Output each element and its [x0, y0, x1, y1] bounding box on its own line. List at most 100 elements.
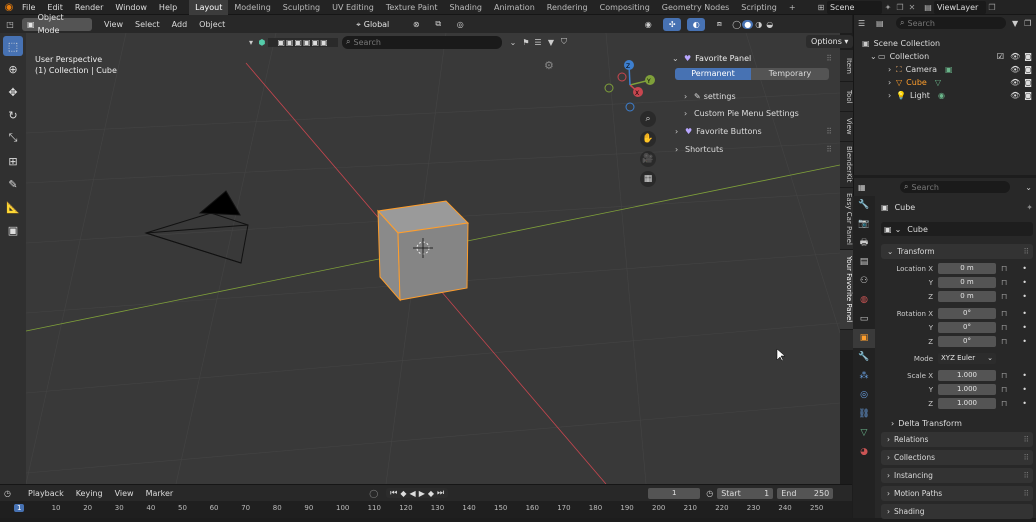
camera-render-icon[interactable]: ◙ [1024, 65, 1032, 74]
drag-handle-icon[interactable]: ⠿ [1024, 453, 1030, 462]
properties-search-box[interactable]: ⌕ Search [900, 181, 1010, 193]
side-tab-view[interactable]: View [840, 112, 853, 142]
chevron-down-icon[interactable]: ⌄ [1025, 183, 1032, 192]
timeline-editor-type-icon[interactable]: ◷ [4, 489, 22, 498]
tool-settings-tab-icon[interactable]: 🔧 [853, 196, 875, 215]
menu-window[interactable]: Window [109, 0, 153, 15]
next-keyframe-icon[interactable]: ◆ [428, 489, 434, 498]
lock-icon[interactable]: ⊓ [1001, 371, 1007, 380]
side-tab-tool[interactable]: Tool [840, 82, 853, 112]
rotate-tool-icon[interactable]: ↻ [3, 105, 23, 125]
outliner-row-collection[interactable]: ⌄ ▭ Collection ☑ 👁 ◙ [854, 50, 1036, 63]
location-x-field[interactable]: 0 m [938, 263, 996, 274]
view-layer-tab-icon[interactable]: ▤ [853, 253, 875, 272]
perspective-toggle-icon[interactable]: ▦ [640, 171, 656, 187]
select-box-tool-icon[interactable]: ⬚ [3, 36, 23, 56]
lock-icon[interactable]: ⊓ [1001, 337, 1007, 346]
pin-icon[interactable]: ✦ [1026, 203, 1033, 212]
workspace-tab-texture-paint[interactable]: Texture Paint [380, 0, 444, 15]
pin-scene-icon[interactable]: ✦ [882, 3, 894, 12]
viewport-menu-select[interactable]: Select [129, 17, 166, 32]
constraints-tab-icon[interactable]: ⛓ [853, 405, 875, 424]
annotate-tool-icon[interactable]: ✎ [3, 174, 23, 194]
transform-tool-icon[interactable]: ⊞ [3, 151, 23, 171]
keyframe-dot-icon[interactable]: • [1022, 371, 1027, 380]
properties-editor-type-icon[interactable]: ▦ [858, 183, 880, 192]
outliner-editor-type-icon[interactable]: ☰ [858, 19, 876, 28]
current-frame-field[interactable]: 1 [648, 487, 701, 499]
data-tab-icon[interactable]: ▽ [853, 424, 875, 443]
workspace-tab-scripting[interactable]: Scripting [735, 0, 783, 15]
chevron-down-icon[interactable]: ▾ [246, 38, 256, 47]
lock-icon[interactable]: ⊓ [1001, 385, 1007, 394]
measure-tool-icon[interactable]: 📐 [3, 197, 23, 217]
scene-selector[interactable]: Scene [827, 1, 882, 14]
outliner-row-light[interactable]: › 💡 Light ◉ 👁 ◙ [854, 89, 1036, 102]
world-tab-icon[interactable]: ◍ [853, 291, 875, 310]
collections-panel-header[interactable]: › Collections ⠿ [881, 450, 1033, 465]
keyframe-dot-icon[interactable]: • [1022, 278, 1027, 287]
workspace-tab-modeling[interactable]: Modeling [228, 0, 276, 15]
outliner-search-box[interactable]: ⌕ Search [896, 17, 1006, 29]
menu-help[interactable]: Help [153, 0, 183, 15]
workspace-tab-sculpting[interactable]: Sculpting [277, 0, 326, 15]
scale-z-field[interactable]: 1.000 [938, 398, 996, 409]
rotation-x-field[interactable]: 0° [938, 308, 996, 319]
workspace-tab-animation[interactable]: Animation [488, 0, 541, 15]
play-icon[interactable]: ▶ [419, 489, 425, 498]
lock-icon[interactable]: ⊓ [1001, 264, 1007, 273]
location-y-field[interactable]: 0 m [938, 277, 996, 288]
pivot-point-icon[interactable]: ⊗ [407, 20, 425, 29]
lock-icon[interactable]: ⊓ [1001, 399, 1007, 408]
options-button[interactable]: Options ▾ [806, 35, 854, 48]
rotation-mode-dropdown[interactable]: XYZ Euler ⌄ [938, 353, 996, 364]
side-tab-your-favorite-panel[interactable]: Your Favorite Panel [840, 250, 853, 330]
keyframe-dot-icon[interactable]: • [1022, 323, 1027, 332]
object-mode-dropdown[interactable]: ▣ Object Mode [22, 13, 92, 35]
output-tab-icon[interactable]: 🖶 [853, 234, 875, 253]
keyframe-dot-icon[interactable]: • [1022, 399, 1027, 408]
material-tab-icon[interactable]: ◕ [853, 443, 875, 462]
keyframe-dot-icon[interactable]: • [1022, 264, 1027, 273]
clock-icon[interactable]: ◷ [706, 489, 713, 498]
workspace-tab-shading[interactable]: Shading [443, 0, 488, 15]
filter-icons-group[interactable]: ▣▣▣▣▣▣ [268, 37, 338, 47]
drag-handle-icon[interactable]: ⠿ [826, 145, 832, 154]
eye-icon[interactable]: 👁 [1010, 91, 1020, 100]
side-tab-item[interactable]: Item [840, 50, 853, 82]
timeline-menu-marker[interactable]: Marker [140, 486, 180, 501]
checkbox-icon[interactable]: ☑ [997, 52, 1004, 61]
keyframe-dot-icon[interactable]: • [1022, 292, 1027, 301]
collapse-icon[interactable]: ⌄ [506, 38, 520, 47]
particles-tab-icon[interactable]: ⁂ [853, 367, 875, 386]
add-cube-tool-icon[interactable]: ▣ [3, 220, 23, 240]
play-reverse-icon[interactable]: ◀ [410, 489, 416, 498]
motion-paths-panel-header[interactable]: › Motion Paths ⠿ [881, 486, 1033, 501]
start-frame-field[interactable]: Start 1 [717, 487, 774, 499]
cursor-tool-icon[interactable]: ⊕ [3, 59, 23, 79]
outliner-row-camera[interactable]: › ⛶ Camera ▣ 👁 ◙ [854, 63, 1036, 76]
lock-icon[interactable]: ⊓ [1001, 323, 1007, 332]
tab-temporary[interactable]: Temporary [751, 68, 829, 80]
delta-transform-header[interactable]: › Delta Transform [881, 416, 1033, 430]
outliner-row-scene-collection[interactable]: ▣ Scene Collection [854, 37, 1036, 50]
gizmo-toggle-icon[interactable]: ✣ [663, 17, 682, 31]
shading-solid-icon[interactable]: ● [742, 19, 754, 29]
camera-render-icon[interactable]: ◙ [1024, 52, 1032, 61]
visibility-selector-icon[interactable]: ◉ [639, 20, 657, 29]
proportional-edit-icon[interactable]: ◎ [451, 20, 469, 29]
workspace-tab-geometry-nodes[interactable]: Geometry Nodes [656, 0, 735, 15]
viewport-menu-add[interactable]: Add [166, 17, 194, 32]
add-workspace-button[interactable]: + [783, 0, 802, 15]
xray-toggle-icon[interactable]: ⧈ [711, 19, 727, 29]
shading-panel-header[interactable]: › Shading [881, 504, 1033, 519]
list-icon[interactable]: ☰ [532, 38, 544, 47]
new-collection-icon[interactable]: ❐ [1024, 19, 1031, 28]
scale-y-field[interactable]: 1.000 [938, 384, 996, 395]
drag-handle-icon[interactable]: ⠿ [1024, 489, 1030, 498]
viewport-menu-view[interactable]: View [98, 17, 129, 32]
object-datablock-field[interactable]: ▣ ⌄ Cube [881, 222, 1033, 236]
side-tab-blenderkit[interactable]: BlenderKit [840, 142, 853, 188]
blender-logo-icon[interactable]: ◉ [2, 2, 16, 13]
relations-panel-header[interactable]: › Relations ⠿ [881, 432, 1033, 447]
